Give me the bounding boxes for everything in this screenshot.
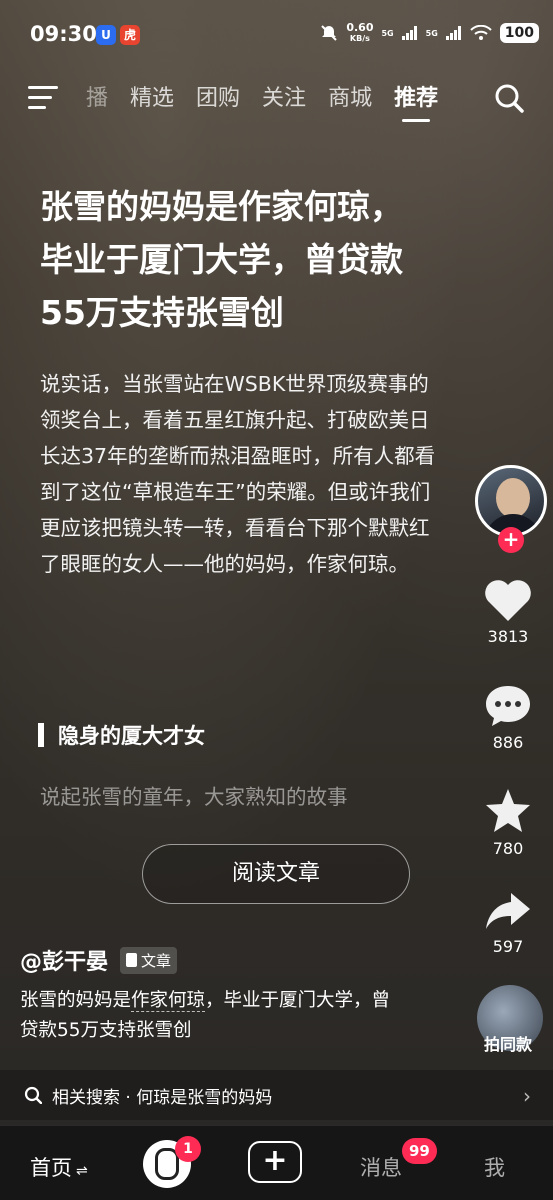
nav-me[interactable]: 我 xyxy=(484,1152,505,1182)
signal-icon xyxy=(401,26,417,40)
nav-messages[interactable]: 消息 xyxy=(360,1152,402,1182)
mute-icon xyxy=(321,25,338,41)
read-article-button[interactable]: 阅读文章 xyxy=(142,844,410,904)
nav-home-label: 首页 xyxy=(30,1156,72,1180)
tab-featured[interactable]: 精选 xyxy=(130,80,174,112)
feed-tabs: 播 精选 团购 关注 商城 推荐 xyxy=(86,80,438,122)
tab-mall[interactable]: 商城 xyxy=(328,80,372,112)
menu-icon[interactable] xyxy=(28,86,58,112)
network-label-1: 5G xyxy=(381,28,394,38)
swap-icon: ⇌ xyxy=(76,1163,88,1179)
nav-app-logo[interactable]: 1 xyxy=(143,1136,201,1188)
article-body: 说实话，当张雪站在WSBK世界顶级赛事的领奖台上，看着五星红旗升起、打破欧美日长… xyxy=(40,372,436,576)
signal-icon-2 xyxy=(445,26,461,40)
heart-icon xyxy=(485,580,531,621)
search-small-icon xyxy=(24,1086,42,1104)
comment-count: 886 xyxy=(492,733,524,752)
related-search-bar[interactable]: 相关搜索 · 何琼是张雪的妈妈 › xyxy=(0,1070,553,1120)
status-time: 09:30 xyxy=(30,22,97,46)
like-button[interactable]: 3813 xyxy=(463,577,553,646)
caption-prefix: 张雪的妈妈是 xyxy=(20,990,132,1011)
comment-icon xyxy=(486,686,530,726)
subhead-bar xyxy=(38,723,44,747)
share-icon xyxy=(486,893,530,929)
article-headline: 张雪的妈妈是作家何琼，毕业于厦门大学，曾贷款55万支持张雪创 xyxy=(40,187,403,332)
favorite-count: 780 xyxy=(492,839,524,858)
wifi-icon xyxy=(470,25,492,40)
status-right: 0.60 KB/s 5G 5G 100 xyxy=(320,22,539,44)
share-count: 597 xyxy=(492,937,524,956)
top-nav: 播 精选 团购 关注 商城 推荐 xyxy=(0,80,553,122)
tab-following[interactable]: 关注 xyxy=(262,80,306,112)
create-button[interactable]: + xyxy=(248,1141,302,1183)
speed-value: 0.60 xyxy=(346,21,374,34)
subhead-text: 隐身的厦大才女 xyxy=(58,724,205,748)
app-notification-icon-2: 虎 xyxy=(120,25,140,45)
tab-group-buy[interactable]: 团购 xyxy=(196,80,240,112)
like-count: 3813 xyxy=(487,627,529,646)
same-style-label[interactable]: 拍同款 xyxy=(463,1031,553,1055)
share-button[interactable]: 597 xyxy=(463,889,553,956)
comment-button[interactable]: 886 xyxy=(463,683,553,752)
document-icon xyxy=(126,953,138,967)
network-label-2: 5G xyxy=(425,28,438,38)
messages-badge: 99 xyxy=(402,1138,437,1164)
tab-recommended[interactable]: 推荐 xyxy=(394,80,438,122)
battery-indicator: 100 xyxy=(499,23,539,43)
related-search-text: 相关搜索 · 何琼是张雪的妈妈 xyxy=(52,1087,273,1108)
follow-button[interactable]: + xyxy=(498,527,524,553)
bottom-nav: 首页 ⇌ 1 + 消息 99 我 xyxy=(0,1125,553,1200)
status-bar: 09:30 U 虎 0.60 KB/s 5G 5G 100 xyxy=(0,0,553,72)
app-notification-icon: U xyxy=(96,25,116,45)
search-icon[interactable] xyxy=(493,82,525,114)
author-handle[interactable]: @彭干晏 xyxy=(20,944,108,976)
article-badge-label: 文章 xyxy=(141,951,172,970)
favorite-button[interactable]: 780 xyxy=(463,787,553,858)
star-icon xyxy=(486,789,530,832)
video-caption[interactable]: 张雪的妈妈是作家何琼，毕业于厦门大学，曾贷款55万支持张雪创 xyxy=(20,986,400,1046)
article-badge: 文章 xyxy=(120,946,178,974)
chevron-right-icon: › xyxy=(523,1084,531,1108)
article-faded-line: 说起张雪的童年，大家熟知的故事 xyxy=(40,785,348,809)
nav-logo-badge: 1 xyxy=(175,1136,201,1162)
article-subhead: 隐身的厦大才女 xyxy=(38,720,205,750)
speed-unit: KB/s xyxy=(349,34,370,43)
network-speed: 0.60 KB/s xyxy=(346,22,373,44)
tab-live[interactable]: 播 xyxy=(86,80,108,112)
nav-home[interactable]: 首页 ⇌ xyxy=(30,1152,88,1182)
author-row: @彭干晏 文章 xyxy=(20,944,178,976)
caption-highlight-link[interactable]: 作家何琼 xyxy=(131,990,206,1012)
